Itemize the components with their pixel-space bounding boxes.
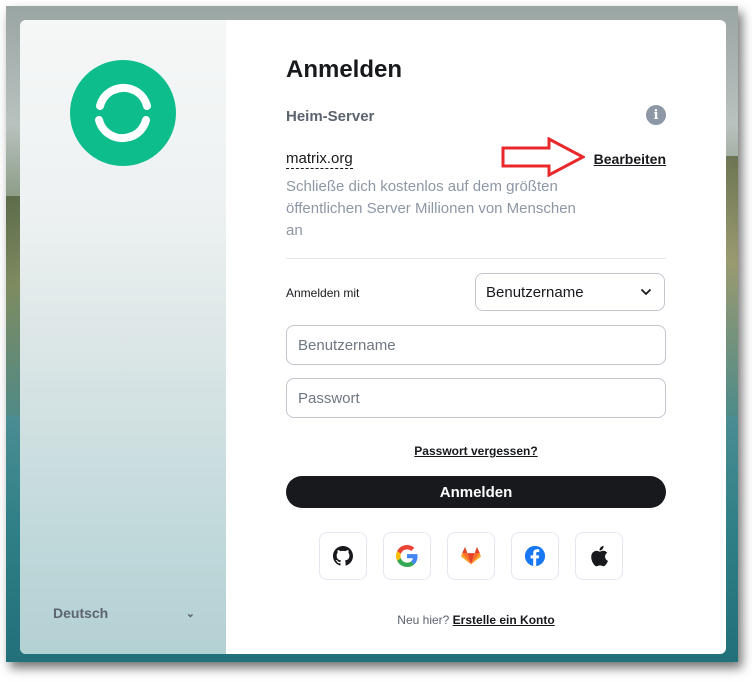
github-icon [333, 546, 353, 566]
language-selector[interactable]: Deutsch ⌄ [53, 603, 195, 623]
forgot-password-link[interactable]: Passwort vergessen? [414, 444, 537, 458]
github-sso-button[interactable] [319, 532, 367, 580]
element-logo-icon [70, 60, 176, 166]
language-label: Deutsch [53, 605, 109, 621]
new-here-text: Neu hier? [397, 613, 450, 627]
google-icon [396, 545, 418, 567]
apple-sso-button[interactable] [575, 532, 623, 580]
chevron-down-icon [640, 288, 652, 296]
gitlab-sso-button[interactable] [447, 532, 495, 580]
facebook-sso-button[interactable] [511, 532, 559, 580]
chevron-down-icon: ⌄ [185, 607, 195, 620]
info-icon[interactable]: i [646, 105, 666, 125]
login-method-value: Benutzername [486, 283, 584, 301]
login-panel: Anmelden Heim-Server i matrix.org Bearbe… [226, 20, 726, 654]
create-account-link[interactable]: Erstelle ein Konto [453, 613, 555, 627]
auth-sidebar: Deutsch ⌄ [20, 20, 226, 654]
login-method-select[interactable]: Benutzername [475, 273, 665, 311]
forgot-password-row: Passwort vergessen? [286, 444, 666, 458]
page-title: Anmelden [286, 56, 403, 83]
gitlab-icon [461, 546, 481, 565]
google-sso-button[interactable] [383, 532, 431, 580]
homeserver-label: Heim-Server [286, 108, 375, 125]
sso-buttons [319, 532, 623, 580]
annotation-arrow-icon [501, 137, 585, 177]
auth-dialog: Deutsch ⌄ Anmelden Heim-Server i matrix.… [20, 20, 726, 654]
register-prompt: Neu hier? Erstelle ein Konto [286, 613, 666, 627]
facebook-icon [524, 545, 546, 567]
homeserver-description: Schließe dich kostenlos auf dem größten … [286, 178, 576, 239]
sign-in-button[interactable]: Anmelden [286, 476, 666, 508]
background-landscape: Deutsch ⌄ Anmelden Heim-Server i matrix.… [6, 6, 738, 662]
homeserver-name: matrix.org [286, 150, 353, 169]
apple-icon [591, 545, 608, 567]
password-input[interactable] [286, 378, 666, 418]
login-method-label: Anmelden mit [286, 286, 360, 300]
username-input[interactable] [286, 325, 666, 365]
divider [286, 258, 666, 259]
edit-homeserver-link[interactable]: Bearbeiten [594, 151, 666, 167]
